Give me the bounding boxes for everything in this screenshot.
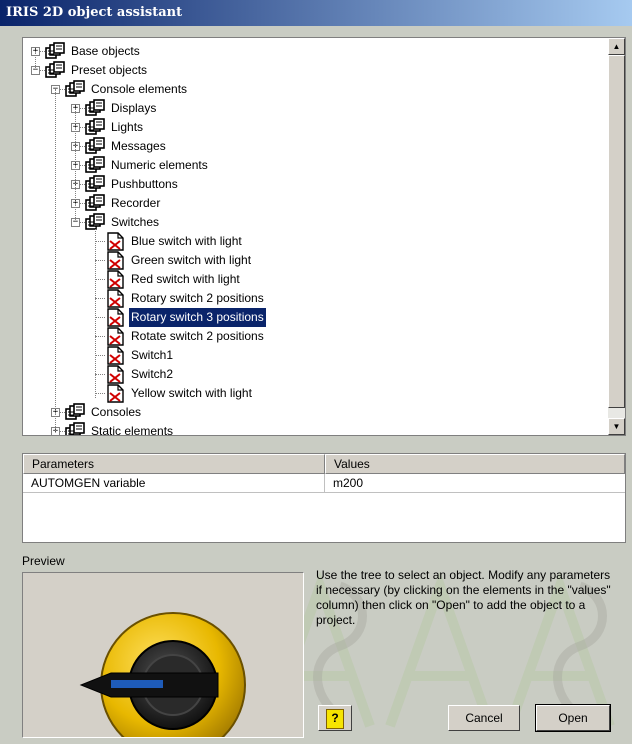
object-group-icon (85, 99, 107, 118)
object-item-icon (105, 251, 127, 270)
tree-content: + Base objects − Preset objects − Console ele… (23, 38, 608, 435)
tree-guide-line (95, 227, 96, 398)
object-group-icon (85, 137, 107, 156)
tree-node-label: Consoles (91, 405, 142, 419)
tree-connector (95, 241, 105, 242)
object-group-icon (65, 422, 87, 435)
tree-node-label: Preset objects (71, 63, 148, 77)
object-group-icon (85, 118, 107, 137)
parameters-grid[interactable]: Parameters Values AUTOMGEN variable m200 (22, 453, 626, 543)
object-tree[interactable]: + Base objects − Preset objects − Console ele… (22, 37, 626, 436)
tree-node-label: Recorder (111, 196, 161, 210)
open-button[interactable]: Open (535, 704, 611, 732)
tree-folder-node[interactable]: − Switches (23, 213, 608, 232)
tree-folder-node[interactable]: + Displays (23, 99, 608, 118)
parameters-column-header[interactable]: Parameters (23, 454, 325, 474)
cancel-button[interactable]: Cancel (448, 705, 520, 731)
tree-folder-node[interactable]: + Consoles (23, 403, 608, 422)
object-item-icon (105, 232, 127, 251)
tree-connector (95, 393, 105, 394)
tree-folder-node[interactable]: + Base objects (23, 42, 608, 61)
tree-node-label: Switches (111, 215, 160, 229)
object-group-icon (45, 42, 67, 61)
object-group-icon (45, 61, 67, 80)
tree-guide-line (55, 89, 56, 431)
object-item-icon (105, 270, 127, 289)
tree-folder-node[interactable]: + Messages (23, 137, 608, 156)
object-group-icon (85, 194, 107, 213)
values-column-header[interactable]: Values (325, 454, 625, 474)
object-group-icon (85, 213, 107, 232)
preview-pane (22, 572, 304, 744)
tree-connector (95, 336, 105, 337)
parameter-name-cell: AUTOMGEN variable (23, 474, 325, 493)
tree-folder-node[interactable]: + Static elements (23, 422, 608, 436)
parameter-value-cell[interactable]: m200 (325, 474, 625, 493)
tree-node-label: Rotate switch 2 positions (131, 329, 264, 343)
tree-object-node[interactable]: Yellow switch with light (23, 384, 608, 403)
tree-object-node[interactable]: Blue switch with light (23, 232, 608, 251)
object-group-icon (85, 175, 107, 194)
tree-folder-node[interactable]: − Console elements (23, 80, 608, 99)
tree-object-node[interactable]: Rotary switch 3 positions (23, 307, 608, 328)
tree-folder-node[interactable]: − Preset objects (23, 61, 608, 80)
object-item-icon (105, 365, 127, 384)
rotary-switch-preview-image (79, 612, 246, 744)
preview-label: Preview (22, 554, 65, 568)
window-title: IRIS 2D object assistant (0, 0, 632, 26)
scroll-down-button[interactable]: ▼ (608, 418, 625, 435)
tree-object-node[interactable]: Switch1 (23, 346, 608, 365)
tree-object-node[interactable]: Rotary switch 2 positions (23, 289, 608, 308)
tree-folder-node[interactable]: + Lights (23, 118, 608, 137)
tree-node-label: Rotary switch 2 positions (131, 291, 264, 305)
object-item-icon (105, 327, 127, 346)
tree-node-label: Pushbuttons (111, 177, 178, 191)
tree-node-label: Lights (111, 120, 144, 134)
tree-node-label: Displays (111, 101, 157, 115)
tree-object-node[interactable]: Switch2 (23, 365, 608, 384)
tree-connector (95, 279, 105, 280)
tree-node-label: Blue switch with light (131, 234, 242, 248)
object-group-icon (65, 403, 87, 422)
help-icon: ? (326, 709, 344, 729)
scroll-thumb[interactable] (608, 55, 625, 408)
help-button[interactable]: ? (318, 705, 352, 731)
tree-object-node[interactable]: Green switch with light (23, 251, 608, 270)
tree-node-label: Numeric elements (111, 158, 208, 172)
tree-connector (95, 355, 105, 356)
tree-node-label: Yellow switch with light (131, 386, 252, 400)
object-item-icon (105, 384, 127, 403)
tree-node-label: Static elements (91, 424, 174, 436)
object-item-icon (105, 308, 127, 327)
tree-folder-node[interactable]: + Numeric elements (23, 156, 608, 175)
object-item-icon (105, 289, 127, 308)
object-item-icon (105, 346, 127, 365)
tree-node-label: Messages (111, 139, 166, 153)
tree-scrollbar[interactable]: ▲ ▼ (608, 38, 625, 435)
tree-folder-node[interactable]: + Recorder (23, 194, 608, 213)
object-group-icon (85, 156, 107, 175)
tree-connector (95, 374, 105, 375)
tree-object-node[interactable]: Rotate switch 2 positions (23, 327, 608, 346)
object-group-icon (65, 80, 87, 99)
tree-connector (95, 298, 105, 299)
tree-node-label: Switch1 (131, 348, 174, 362)
help-text: Use the tree to select an object. Modify… (316, 568, 611, 627)
tree-node-label: Green switch with light (131, 253, 252, 267)
tree-guide-line (75, 108, 76, 222)
tree-object-node[interactable]: Red switch with light (23, 270, 608, 289)
tree-connector (95, 317, 105, 318)
tree-folder-node[interactable]: + Pushbuttons (23, 175, 608, 194)
tree-node-label: Console elements (91, 82, 188, 96)
tree-node-label: Rotary switch 3 positions (128, 307, 267, 328)
scroll-up-button[interactable]: ▲ (608, 38, 625, 55)
tree-node-label: Red switch with light (131, 272, 240, 286)
tree-node-label: Switch2 (131, 367, 174, 381)
tree-connector (95, 260, 105, 261)
tree-guide-line (35, 51, 36, 70)
tree-node-label: Base objects (71, 44, 140, 58)
